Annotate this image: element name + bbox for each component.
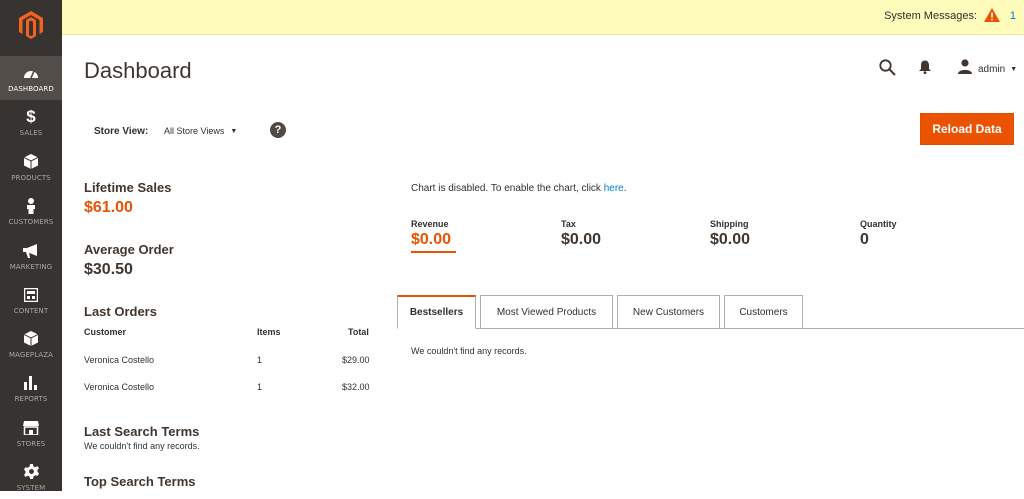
sidebar-item-label: SALES	[19, 128, 43, 137]
order-total: $29.00	[342, 355, 370, 365]
order-items: 1	[257, 382, 263, 392]
admin-user-menu[interactable]: admin ▼	[958, 59, 1017, 79]
sidebar-item-mageplaza[interactable]: MAGEPLAZA	[0, 322, 62, 366]
lifetime-sales-value: $61.00	[84, 199, 133, 216]
sidebar-item-marketing[interactable]: MARKETING	[0, 234, 62, 278]
sidebar-item-label: CUSTOMERS	[8, 217, 54, 226]
stat-value-quantity: 0	[860, 231, 869, 248]
stat-value-shipping: $0.00	[710, 231, 751, 248]
store-view-label: Store View:	[94, 126, 149, 137]
sidebar-item-stores[interactable]: STORES	[0, 411, 62, 455]
column-header-total: Total	[348, 327, 369, 337]
order-items: 1	[257, 355, 263, 365]
dollar-icon: $	[26, 106, 36, 126]
box-icon	[24, 330, 38, 348]
top-search-terms-title: Top Search Terms	[84, 474, 196, 489]
bell-icon[interactable]	[919, 60, 931, 79]
warning-icon[interactable]	[984, 8, 1000, 27]
reload-data-button[interactable]: Reload Data	[920, 113, 1014, 145]
last-orders-title: Last Orders	[84, 304, 157, 319]
help-icon[interactable]: ?	[270, 122, 286, 138]
magento-logo-icon	[19, 11, 43, 39]
sidebar-item-label: DASHBOARD	[8, 84, 54, 93]
sidebar-item-reports[interactable]: REPORTS	[0, 366, 62, 410]
chart-disabled-note: Chart is disabled. To enable the chart, …	[411, 183, 627, 194]
tab-content-empty: We couldn't find any records.	[411, 346, 527, 356]
bar-chart-icon	[24, 374, 38, 392]
sidebar-item-label: PRODUCTS	[11, 173, 51, 182]
admin-sidebar: DASHBOARD $ SALES PRODUCTS CUSTOMERS MAR…	[0, 0, 62, 492]
sidebar-item-label: SYSTEM	[16, 483, 46, 492]
tab-customers[interactable]: Customers	[724, 295, 803, 329]
magento-logo[interactable]	[0, 0, 62, 50]
stat-label-shipping: Shipping	[710, 219, 749, 229]
order-total: $32.00	[342, 382, 370, 392]
lifetime-sales-label: Lifetime Sales	[84, 180, 172, 195]
admin-username: admin	[978, 63, 1006, 75]
sidebar-item-sales[interactable]: $ SALES	[0, 100, 62, 144]
sidebar-item-label: STORES	[16, 439, 46, 448]
order-customer: Veronica Costello	[84, 382, 155, 392]
sidebar-item-products[interactable]: PRODUCTS	[0, 145, 62, 189]
system-messages-label[interactable]: System Messages:	[884, 10, 977, 22]
chart-note-suffix: .	[623, 183, 627, 194]
system-messages-count[interactable]: 1	[1010, 10, 1016, 22]
chevron-down-icon: ▼	[1010, 65, 1018, 73]
average-order-value: $30.50	[84, 261, 133, 278]
page-title: Dashboard	[84, 58, 192, 83]
tab-bestsellers[interactable]: Bestsellers	[397, 295, 476, 329]
tab-new-customers[interactable]: New Customers	[617, 295, 720, 329]
sidebar-item-dashboard[interactable]: DASHBOARD	[0, 56, 62, 100]
sidebar-item-label: MAGEPLAZA	[8, 350, 54, 359]
search-icon[interactable]	[879, 59, 896, 81]
store-view-value: All Store Views	[164, 126, 225, 136]
enable-chart-link[interactable]: here	[604, 183, 624, 194]
sidebar-item-system[interactable]: SYSTEM	[0, 455, 62, 499]
dashboard-icon	[23, 64, 39, 82]
user-icon	[958, 59, 972, 79]
sidebar-item-customers[interactable]: CUSTOMERS	[0, 189, 62, 233]
person-icon	[26, 197, 36, 215]
layout-icon	[24, 286, 38, 304]
column-header-items: Items	[257, 327, 281, 337]
order-customer: Veronica Costello	[84, 355, 155, 365]
column-header-customer: Customer	[84, 327, 127, 337]
system-messages-bar: System Messages: 1	[62, 0, 1024, 35]
stat-value-revenue: $0.00	[411, 231, 452, 248]
chart-note-text: Chart is disabled. To enable the chart, …	[411, 183, 604, 194]
tab-most-viewed-products[interactable]: Most Viewed Products	[480, 295, 613, 329]
stat-label-tax: Tax	[561, 219, 576, 229]
gear-icon	[23, 463, 39, 481]
sidebar-item-label: MARKETING	[9, 262, 53, 271]
sidebar-item-label: CONTENT	[13, 306, 49, 315]
store-icon	[23, 419, 39, 437]
last-search-terms-empty: We couldn't find any records.	[84, 441, 200, 451]
megaphone-icon	[23, 242, 39, 260]
chevron-down-icon: ▼	[230, 127, 238, 135]
sidebar-item-content[interactable]: CONTENT	[0, 278, 62, 322]
revenue-underline	[411, 251, 456, 253]
stat-value-tax: $0.00	[561, 231, 602, 248]
store-view-select[interactable]: All Store Views ▼	[164, 126, 237, 136]
last-search-terms-title: Last Search Terms	[84, 424, 200, 439]
average-order-label: Average Order	[84, 242, 174, 257]
sidebar-item-label: REPORTS	[14, 394, 48, 403]
stat-label-quantity: Quantity	[860, 219, 897, 229]
cube-icon	[24, 153, 38, 171]
stat-label-revenue: Revenue	[411, 219, 449, 229]
